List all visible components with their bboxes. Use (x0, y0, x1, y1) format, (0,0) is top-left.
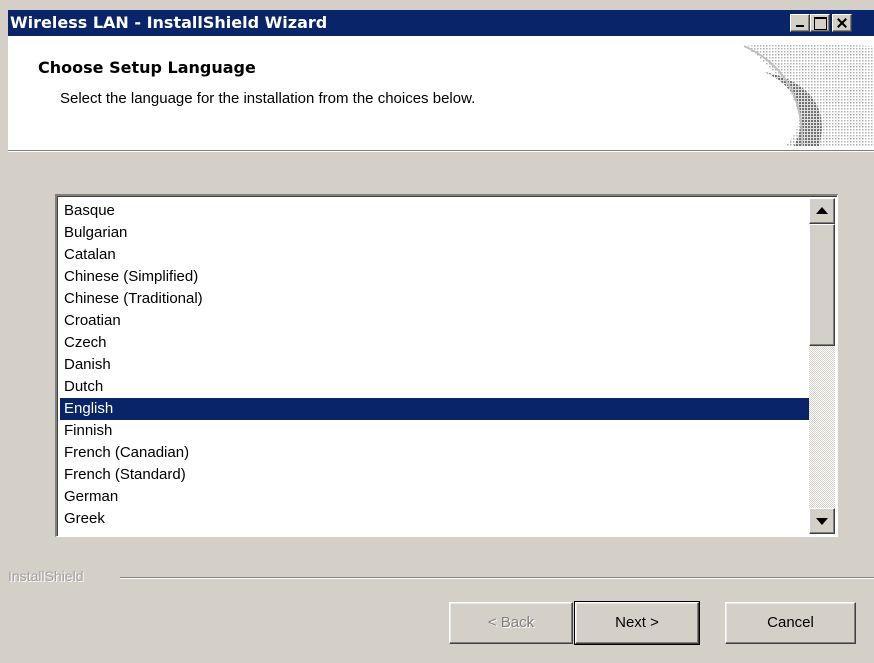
scroll-down-icon[interactable] (809, 508, 835, 534)
minimize-icon[interactable] (790, 14, 810, 32)
cancel-button[interactable]: Cancel (725, 602, 856, 644)
language-option[interactable]: French (Canadian) (60, 442, 810, 464)
language-option[interactable]: Finnish (60, 420, 810, 442)
language-option[interactable]: Bulgarian (60, 222, 810, 244)
language-option[interactable]: Dutch (60, 376, 810, 398)
installshield-logo-art (743, 43, 874, 146)
language-option[interactable]: Basque (60, 200, 810, 222)
vertical-scrollbar[interactable] (809, 198, 835, 534)
maximize-icon[interactable] (810, 14, 830, 32)
title-bar[interactable]: Wireless LAN - InstallShield Wizard (8, 10, 874, 36)
language-option[interactable]: English (60, 398, 810, 420)
page-subtitle: Select the language for the installation… (60, 90, 476, 107)
language-option[interactable]: Greek (60, 508, 810, 530)
page-title: Choose Setup Language (38, 58, 256, 77)
scroll-up-icon[interactable] (809, 198, 835, 224)
language-option[interactable]: Chinese (Simplified) (60, 266, 810, 288)
scroll-thumb[interactable] (809, 224, 835, 346)
language-option[interactable]: Czech (60, 332, 810, 354)
installshield-brand-label: InstallShield (8, 568, 84, 584)
close-icon[interactable] (832, 14, 852, 32)
language-option[interactable]: German (60, 486, 810, 508)
language-option[interactable]: Chinese (Traditional) (60, 288, 810, 310)
wizard-header: Choose Setup Language Select the languag… (8, 36, 874, 152)
installshield-wizard-window: Wireless LAN - InstallShield Wizard Choo… (0, 0, 874, 663)
window-title: Wireless LAN - InstallShield Wizard (10, 13, 328, 32)
language-option[interactable]: Danish (60, 354, 810, 376)
language-option[interactable]: French (Standard) (60, 464, 810, 486)
brand-divider (120, 577, 874, 579)
back-button[interactable]: < Back (449, 602, 573, 644)
next-button[interactable]: Next > (574, 601, 700, 645)
language-option[interactable]: Croatian (60, 310, 810, 332)
language-option[interactable]: Catalan (60, 244, 810, 266)
language-list[interactable]: Basque Bulgarian Catalan Chinese (Simplifie… (60, 200, 810, 530)
language-listbox[interactable]: Basque Bulgarian Catalan Chinese (Simplifie… (55, 194, 838, 537)
